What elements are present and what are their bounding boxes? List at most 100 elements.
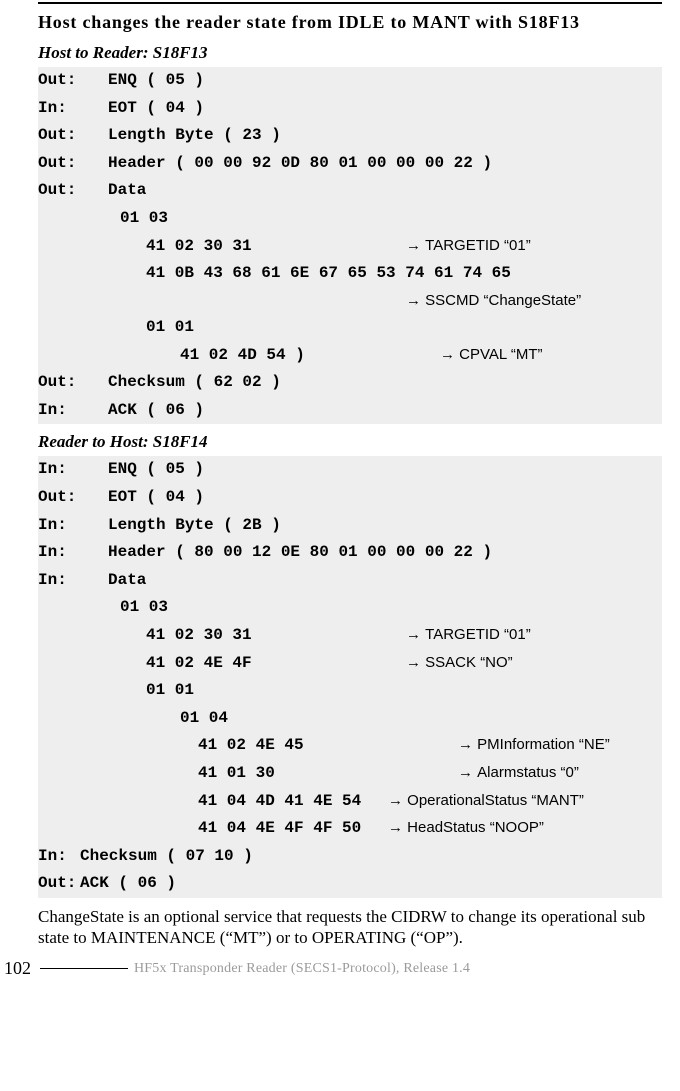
annotation: → CPVAL “MT” (440, 345, 543, 365)
hex-bytes: 41 02 30 31 (108, 625, 406, 647)
arrow-icon: → (388, 819, 407, 836)
direction-label: In: (38, 400, 108, 422)
direction-label: In: (38, 459, 108, 481)
hex-bytes: 41 04 4D 41 4E 54 (108, 791, 388, 813)
code-row: → SSCMD “ChangeState” (38, 288, 662, 314)
arrow-icon: → (406, 292, 425, 309)
footer-rule (40, 968, 128, 969)
section-1-title: Host to Reader: S18F13 (38, 43, 662, 63)
direction-label: In: (38, 515, 108, 537)
code-row: Out:ACK ( 06 ) (38, 870, 662, 898)
hex-bytes: 01 03 (108, 208, 662, 230)
direction-label: In: (38, 542, 108, 564)
code-row: 01 03 (38, 205, 662, 233)
hex-bytes: EOT ( 04 ) (108, 98, 662, 120)
arrow-icon: → (440, 346, 459, 363)
hex-bytes: Checksum ( 62 02 ) (108, 372, 662, 394)
direction-label: Out: (38, 487, 108, 509)
code-row: Out:Header ( 00 00 92 0D 80 01 00 00 00 … (38, 150, 662, 178)
code-row: Out:EOT ( 04 ) (38, 484, 662, 512)
hex-bytes: Header ( 00 00 92 0D 80 01 00 00 00 22 ) (108, 153, 662, 175)
annotation: → OperationalStatus “MANT” (388, 791, 584, 811)
code-row: Out:Checksum ( 62 02 ) (38, 369, 662, 397)
hex-bytes: ENQ ( 05 ) (108, 70, 662, 92)
code-row: 41 01 30→ Alarmstatus “0” (38, 760, 662, 788)
code-row: Out:Data (38, 177, 662, 205)
annotation: → Alarmstatus “0” (458, 763, 579, 783)
code-row: 41 02 4E 4F→ SSACK “NO” (38, 650, 662, 678)
hex-bytes: 41 0B 43 68 61 6E 67 65 53 74 61 74 65 (108, 263, 662, 285)
footer: 102 HF5x Transponder Reader (SECS1-Proto… (38, 958, 662, 979)
hex-bytes: Checksum ( 07 10 ) (80, 846, 662, 868)
hex-bytes: 01 04 (108, 708, 662, 730)
annotation: → TARGETID “01” (406, 236, 531, 256)
hex-bytes: ACK ( 06 ) (80, 873, 662, 895)
hex-bytes: Data (108, 180, 662, 202)
hex-bytes: Length Byte ( 2B ) (108, 515, 662, 537)
direction-label: In: (38, 570, 108, 592)
hex-bytes: EOT ( 04 ) (108, 487, 662, 509)
code-row: 41 04 4D 41 4E 54→ OperationalStatus “MA… (38, 788, 662, 816)
description-paragraph: ChangeState is an optional service that … (38, 906, 662, 949)
code-block-1: Out:ENQ ( 05 )In:EOT ( 04 )Out:Length By… (38, 67, 662, 424)
code-row: In:EOT ( 04 ) (38, 95, 662, 123)
code-row: 01 04 (38, 705, 662, 733)
code-row: 41 02 4D 54 )→ CPVAL “MT” (38, 342, 662, 370)
code-row: In:Header ( 80 00 12 0E 80 01 00 00 00 2… (38, 539, 662, 567)
code-row: 41 02 30 31→ TARGETID “01” (38, 233, 662, 261)
hex-bytes: 41 02 4E 45 (108, 735, 458, 757)
arrow-icon: → (406, 237, 425, 254)
hex-bytes: Data (108, 570, 662, 592)
hex-bytes: ENQ ( 05 ) (108, 459, 662, 481)
hex-bytes: 41 04 4E 4F 4F 50 (108, 818, 388, 840)
hex-bytes: 41 02 4D 54 ) (108, 345, 440, 367)
direction-label: Out: (38, 125, 108, 147)
hex-bytes: 41 02 4E 4F (108, 653, 406, 675)
annotation: → SSCMD “ChangeState” (406, 291, 581, 311)
hex-bytes: 41 02 30 31 (108, 236, 406, 258)
code-row: In:ACK ( 06 ) (38, 397, 662, 425)
annotation: → TARGETID “01” (406, 625, 531, 645)
code-row: 01 01 (38, 677, 662, 705)
direction-label: Out: (38, 372, 108, 394)
section-2-title: Reader to Host: S18F14 (38, 432, 662, 452)
arrow-icon: → (388, 792, 407, 809)
direction-label: In: (38, 846, 80, 868)
direction-label: Out: (38, 153, 108, 175)
arrow-icon: → (406, 654, 425, 671)
code-row: 01 03 (38, 594, 662, 622)
code-row: 41 02 4E 45→ PMInformation “NE” (38, 732, 662, 760)
top-rule (38, 2, 662, 4)
annotation: → SSACK “NO” (406, 653, 513, 673)
code-row: Out:Length Byte ( 23 ) (38, 122, 662, 150)
direction-label: Out: (38, 873, 80, 895)
code-row: In:ENQ ( 05 ) (38, 456, 662, 484)
arrow-icon: → (458, 764, 477, 781)
hex-bytes: 01 01 (108, 680, 662, 702)
hex-bytes: 41 01 30 (108, 763, 458, 785)
code-row: In:Length Byte ( 2B ) (38, 512, 662, 540)
direction-label: Out: (38, 180, 108, 202)
code-row: 01 01 (38, 314, 662, 342)
code-row: 41 02 30 31→ TARGETID “01” (38, 622, 662, 650)
code-row: In:Checksum ( 07 10 ) (38, 843, 662, 871)
annotation: → HeadStatus “NOOP” (388, 818, 544, 838)
code-row: 41 0B 43 68 61 6E 67 65 53 74 61 74 65 (38, 260, 662, 288)
arrow-icon: → (406, 626, 425, 643)
annotation: → PMInformation “NE” (458, 735, 610, 755)
direction-label: Out: (38, 70, 108, 92)
hex-bytes: Header ( 80 00 12 0E 80 01 00 00 00 22 ) (108, 542, 662, 564)
main-heading: Host changes the reader state from IDLE … (38, 12, 662, 33)
hex-bytes: ACK ( 06 ) (108, 400, 662, 422)
page-number: 102 (4, 958, 40, 979)
code-block-2: In:ENQ ( 05 )Out:EOT ( 04 )In:Length Byt… (38, 456, 662, 898)
direction-label: In: (38, 98, 108, 120)
code-row: In:Data (38, 567, 662, 595)
footer-doc-title: HF5x Transponder Reader (SECS1-Protocol)… (134, 961, 470, 977)
code-row: Out:ENQ ( 05 ) (38, 67, 662, 95)
hex-bytes: Length Byte ( 23 ) (108, 125, 662, 147)
hex-bytes: 01 03 (108, 597, 662, 619)
hex-bytes: 01 01 (108, 317, 662, 339)
code-row: 41 04 4E 4F 4F 50→ HeadStatus “NOOP” (38, 815, 662, 843)
page: Host changes the reader state from IDLE … (0, 0, 680, 979)
